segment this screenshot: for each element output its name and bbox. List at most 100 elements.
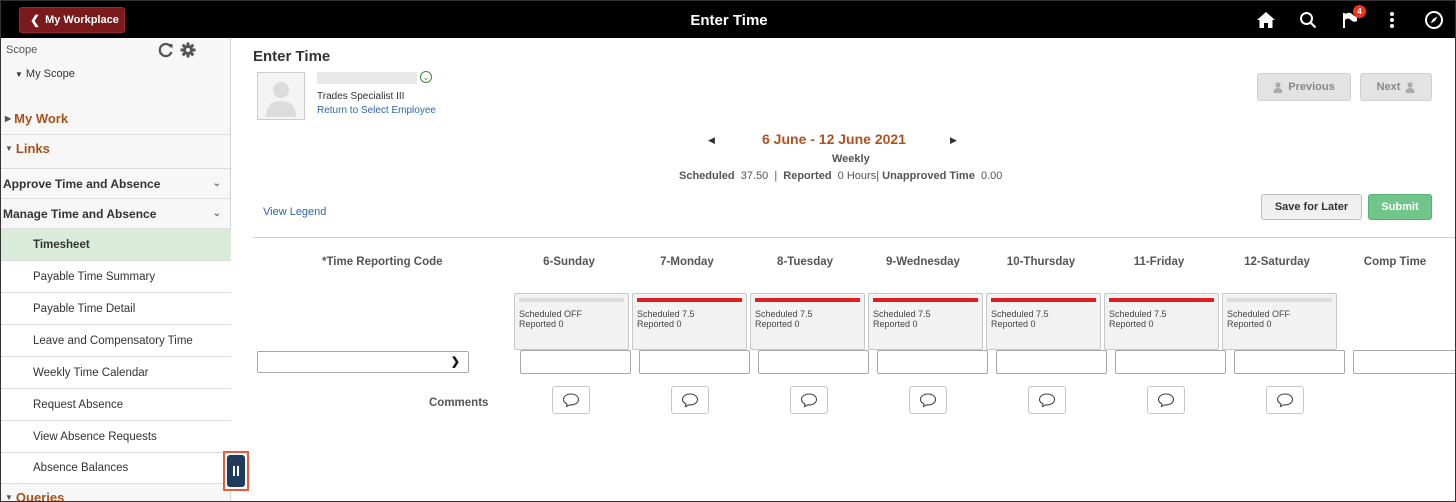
previous-period-arrow-icon[interactable]: ◀ <box>708 135 715 146</box>
refresh-icon[interactable] <box>158 42 174 58</box>
day-schedule-tile[interactable]: Scheduled OFF Reported 0 <box>1222 293 1337 350</box>
time-reporting-code-select[interactable]: ❯ <box>257 351 469 373</box>
comment-bubble-icon <box>562 393 580 408</box>
group-manage-time[interactable]: Manage Time and Absence ⌄ <box>1 198 231 228</box>
top-banner: ❮ My Workplace Enter Time 4 <box>1 1 1455 38</box>
comment-button-sunday[interactable] <box>552 386 590 414</box>
day-schedule-tile[interactable]: Scheduled OFF Reported 0 <box>514 293 629 350</box>
sidebar-item-leave-comp-time[interactable]: Leave and Compensatory Time <box>1 324 231 356</box>
sidebar-item-label: Absence Balances <box>33 462 129 474</box>
divider <box>253 237 1455 238</box>
group-approve-label: Approve Time and Absence <box>3 176 161 191</box>
group-manage-label: Manage Time and Absence <box>3 206 157 221</box>
group-approve-time[interactable]: Approve Time and Absence ⌄ <box>1 168 231 198</box>
banner-title: Enter Time <box>690 12 768 29</box>
employee-chevron-down-icon[interactable]: ⌄ <box>420 71 432 83</box>
reported-text: Reported 0 <box>755 319 800 329</box>
hours-input-thursday[interactable] <box>996 350 1107 374</box>
sidebar-item-label: Weekly Time Calendar <box>33 366 149 379</box>
column-header: 10-Thursday <box>1006 256 1076 268</box>
page-title: Enter Time <box>253 48 331 65</box>
section-queries-label: Queries <box>15 490 65 502</box>
person-icon <box>1405 81 1415 93</box>
schedule-status-bar <box>1227 298 1332 302</box>
section-links[interactable]: ▼ Links <box>1 134 231 161</box>
submit-button[interactable]: Submit <box>1368 194 1432 220</box>
sidebar-item-payable-time-summary[interactable]: Payable Time Summary <box>1 260 231 292</box>
day-schedule-tile[interactable]: Scheduled 7.5 Reported 0 <box>986 293 1101 350</box>
person-icon <box>1273 81 1283 93</box>
day-schedule-tile[interactable]: Scheduled 7.5 Reported 0 <box>750 293 865 350</box>
search-icon[interactable] <box>1297 9 1319 31</box>
sidebar: Scope ▼ My Scope ▶ My Work ▼ Links Approve … <box>1 38 231 502</box>
gear-icon[interactable] <box>180 42 196 58</box>
column-header: Comp Time <box>1363 256 1427 268</box>
sidebar-item-label: Payable Time Detail <box>33 302 136 315</box>
reported-text: Reported 0 <box>1227 319 1272 329</box>
caret-down-icon: ▼ <box>5 493 13 502</box>
comment-button-friday[interactable] <box>1147 386 1185 414</box>
hours-input-friday[interactable] <box>1115 350 1226 374</box>
caret-down-icon: ▼ <box>15 70 23 79</box>
navbar-compass-icon[interactable] <box>1423 9 1445 31</box>
reported-text: Reported 0 <box>991 319 1036 329</box>
return-to-select-employee-link[interactable]: Return to Select Employee <box>317 105 436 116</box>
sidebar-item-label: Payable Time Summary <box>33 270 156 283</box>
sidebar-item-label: View Absence Requests <box>33 430 157 443</box>
home-icon[interactable] <box>1255 9 1277 31</box>
scheduled-text: Scheduled 7.5 <box>755 309 813 319</box>
day-schedule-tile[interactable]: Scheduled 7.5 Reported 0 <box>632 293 747 350</box>
day-schedule-tile[interactable]: Scheduled 7.5 Reported 0 <box>1104 293 1219 350</box>
hours-input-comp-time[interactable] <box>1353 350 1455 374</box>
scheduled-text: Scheduled 7.5 <box>637 309 695 319</box>
sidebar-item-timesheet[interactable]: Timesheet <box>1 228 231 260</box>
comment-button-wednesday[interactable] <box>909 386 947 414</box>
comment-bubble-icon <box>800 393 818 408</box>
comment-button-saturday[interactable] <box>1266 386 1304 414</box>
hours-input-sunday[interactable] <box>520 350 631 374</box>
previous-label: Previous <box>1288 81 1335 93</box>
scheduled-text: Scheduled OFF <box>1227 309 1291 319</box>
column-header: 11-Friday <box>1133 256 1185 268</box>
unapproved-label: Unapproved Time <box>882 170 975 182</box>
trc-column-header: *Time Reporting Code <box>322 256 443 268</box>
section-my-work[interactable]: ▶ My Work <box>1 105 231 132</box>
reported-label: Reported <box>783 170 832 182</box>
sidebar-item-payable-time-detail[interactable]: Payable Time Detail <box>1 292 231 324</box>
reported-text: Reported 0 <box>519 319 564 329</box>
next-button[interactable]: Next <box>1360 73 1432 101</box>
reported-text: Reported 0 <box>637 319 682 329</box>
hours-input-tuesday[interactable] <box>758 350 869 374</box>
hours-input-monday[interactable] <box>639 350 750 374</box>
notification-flag-icon[interactable]: 4 <box>1339 5 1366 31</box>
banner-icons: 4 <box>1255 5 1445 31</box>
caret-down-icon: ▼ <box>5 143 13 153</box>
save-for-later-button[interactable]: Save for Later <box>1261 194 1362 220</box>
scheduled-text: Scheduled OFF <box>519 309 583 319</box>
view-legend-link[interactable]: View Legend <box>263 206 326 218</box>
my-scope-node[interactable]: ▼ My Scope <box>15 68 75 80</box>
employee-job-title: Trades Specialist III <box>317 91 405 102</box>
sidebar-item-weekly-time-calendar[interactable]: Weekly Time Calendar <box>1 356 231 388</box>
comment-button-monday[interactable] <box>671 386 709 414</box>
sidebar-item-absence-balances[interactable]: Absence Balances <box>1 452 231 484</box>
comment-button-thursday[interactable] <box>1028 386 1066 414</box>
notification-badge: 4 <box>1353 5 1366 18</box>
actions-menu-icon[interactable] <box>1381 9 1403 31</box>
hours-input-wednesday[interactable] <box>877 350 988 374</box>
section-queries[interactable]: ▼ Queries <box>1 484 231 502</box>
column-header: 12-Saturday <box>1244 256 1310 268</box>
period-frequency: Weekly <box>832 153 870 165</box>
comment-button-tuesday[interactable] <box>790 386 828 414</box>
schedule-status-bar <box>1109 298 1214 302</box>
previous-button[interactable]: Previous <box>1257 73 1351 101</box>
sidebar-item-request-absence[interactable]: Request Absence <box>1 388 231 420</box>
next-period-arrow-icon[interactable]: ▶ <box>950 135 957 146</box>
day-schedule-tile[interactable]: Scheduled 7.5 Reported 0 <box>868 293 983 350</box>
reported-text: Reported 0 <box>873 319 918 329</box>
employee-name-redacted <box>317 72 417 84</box>
hours-input-saturday[interactable] <box>1234 350 1345 374</box>
sidebar-item-view-absence-requests[interactable]: View Absence Requests <box>1 420 231 452</box>
chevron-down-icon: ⌄ <box>212 208 221 219</box>
sidebar-item-label: Request Absence <box>33 398 124 411</box>
